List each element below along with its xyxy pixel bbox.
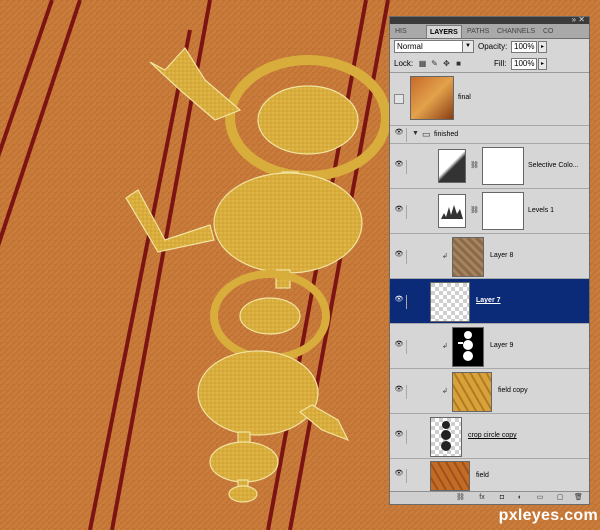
layer-levels-1[interactable]: 👁 ⛓ Levels 1 xyxy=(390,189,589,234)
link-chain-icon: ⛓ xyxy=(470,162,479,169)
clipping-arrow-icon: ↲ xyxy=(442,343,448,350)
opacity-label: Opacity: xyxy=(478,42,508,51)
opacity-input[interactable]: 100% xyxy=(511,41,537,53)
tab-history[interactable]: HIS xyxy=(392,25,410,38)
clipping-arrow-icon: ↲ xyxy=(442,388,448,395)
layer-name: Levels 1 xyxy=(528,207,555,214)
layer-thumbnail xyxy=(410,76,454,120)
layer-name: Layer 8 xyxy=(490,252,514,259)
eye-icon[interactable]: 👁 xyxy=(392,430,407,444)
layer-mask-thumbnail xyxy=(482,192,524,230)
panel-menu-icon[interactable]: » ✕ xyxy=(572,16,585,24)
adjustment-icon xyxy=(438,149,466,183)
tab-layers[interactable]: LAYERS xyxy=(426,25,462,38)
link-chain-icon: ⛓ xyxy=(470,207,479,214)
crop-figure-thumbnail xyxy=(458,331,473,361)
eye-icon[interactable]: 👁 xyxy=(392,385,407,399)
chevron-down-icon: ▼ xyxy=(462,41,473,52)
trash-icon[interactable]: 🗑 xyxy=(574,494,583,502)
eye-icon[interactable]: 👁 xyxy=(392,295,407,309)
eye-icon[interactable]: 👁 xyxy=(392,469,407,483)
layer-thumbnail xyxy=(452,237,484,277)
panel-title-bar[interactable]: » ✕ xyxy=(390,16,589,24)
layer-name: field xyxy=(476,472,489,479)
layers-panel: » ✕ HIS LAYERS PATHS CHANNELS CO Normal … xyxy=(389,16,590,505)
fill-label: Fill: xyxy=(494,59,507,68)
lock-all-icon[interactable]: ■ xyxy=(454,59,463,68)
eye-icon[interactable]: 👁 xyxy=(392,128,407,142)
new-group-icon[interactable]: ▭ xyxy=(536,494,544,502)
eye-icon[interactable]: 👁 xyxy=(392,250,407,264)
eye-icon[interactable]: 👁 xyxy=(392,340,407,354)
blend-mode-value: Normal xyxy=(397,42,423,51)
lock-brush-icon[interactable]: ✎ xyxy=(430,59,439,68)
tab-channels[interactable]: CHANNELS xyxy=(494,25,538,38)
layer-thumbnail xyxy=(452,327,484,367)
layer-selective-color[interactable]: 👁 ⛓ Selective Colo... xyxy=(390,144,589,189)
layer-group-finished[interactable]: 👁 ▼ ▭ finished xyxy=(390,126,589,144)
eye-icon[interactable]: 👁 xyxy=(392,205,407,219)
levels-adjustment-icon xyxy=(438,194,466,228)
lock-move-icon[interactable]: ✥ xyxy=(442,59,451,68)
layer-name: Layer 9 xyxy=(490,342,514,349)
layer-thumbnail xyxy=(452,372,492,412)
layer-name: finished xyxy=(434,131,459,138)
layer-list: final 👁 ▼ ▭ finished 👁 ⛓ Selective Colo.… xyxy=(390,73,589,493)
lock-row: Lock: ▦ ✎ ✥ ■ Fill: 100% ▸ xyxy=(390,56,589,73)
fill-stepper-icon[interactable]: ▸ xyxy=(538,58,547,70)
clipping-arrow-icon: ↲ xyxy=(442,253,448,260)
layer-name: crop circle copy xyxy=(468,432,517,439)
layer-thumbnail xyxy=(430,417,462,457)
lock-transparent-icon[interactable]: ▦ xyxy=(418,59,427,68)
crop-figure-thumbnail xyxy=(441,421,451,451)
link-layers-icon[interactable]: ⛓ xyxy=(456,494,465,502)
visibility-toggle-off[interactable] xyxy=(394,94,404,104)
layer-mask-thumbnail xyxy=(482,147,524,185)
layer-thumbnail xyxy=(430,461,470,491)
blend-row: Normal ▼ Opacity: 100% ▸ xyxy=(390,39,589,55)
blend-mode-select[interactable]: Normal ▼ xyxy=(394,40,474,53)
tab-more[interactable]: CO xyxy=(540,25,557,38)
layer-8[interactable]: 👁 ↲ Layer 8 xyxy=(390,234,589,279)
layer-name: Layer 7 xyxy=(476,297,501,304)
fill-input[interactable]: 100% xyxy=(511,58,537,70)
layer-name: Selective Colo... xyxy=(528,162,579,169)
layer-thumbnail xyxy=(430,282,470,322)
lock-label: Lock: xyxy=(394,59,414,68)
layer-field-copy[interactable]: 👁 ↲ field copy xyxy=(390,369,589,414)
expand-arrow-icon[interactable]: ▼ xyxy=(412,130,419,137)
panel-bottom-toolbar: ⛓ fx ◘ ◐ ▭ ▢ 🗑 xyxy=(390,491,589,504)
watermark-text: pxleyes.com xyxy=(498,507,598,524)
levels-histogram xyxy=(441,205,463,219)
layer-final[interactable]: final xyxy=(390,73,589,126)
folder-icon: ▭ xyxy=(422,129,431,139)
layer-style-icon[interactable]: fx xyxy=(478,494,486,502)
adjustment-layer-icon[interactable]: ◐ xyxy=(516,494,524,502)
eye-icon[interactable]: 👁 xyxy=(392,160,407,174)
layer-name: field copy xyxy=(498,387,528,394)
layer-crop-circle-copy[interactable]: 👁 crop circle copy xyxy=(390,414,589,459)
add-mask-icon[interactable]: ◘ xyxy=(498,494,506,502)
tab-paths[interactable]: PATHS xyxy=(464,25,492,38)
layer-name: final xyxy=(458,94,471,101)
opacity-stepper-icon[interactable]: ▸ xyxy=(538,41,547,53)
panel-tabs: HIS LAYERS PATHS CHANNELS CO xyxy=(390,24,589,39)
layer-9[interactable]: 👁 ↲ Layer 9 xyxy=(390,324,589,369)
layer-field[interactable]: 👁 field xyxy=(390,459,589,493)
layer-7[interactable]: 👁 Layer 7 xyxy=(390,279,589,324)
new-layer-icon[interactable]: ▢ xyxy=(556,494,564,502)
